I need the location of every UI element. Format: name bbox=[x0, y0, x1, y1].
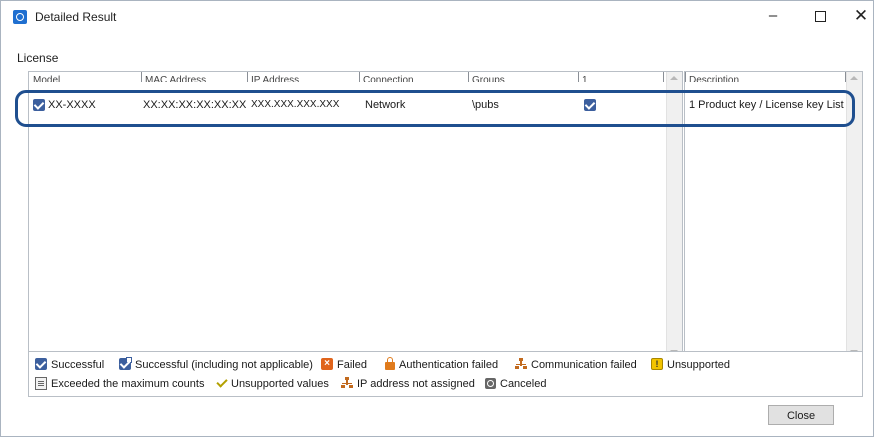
scroll-up-icon[interactable] bbox=[670, 76, 678, 80]
col-header-description[interactable]: Description bbox=[689, 72, 739, 82]
legend-item: Exceeded the maximum counts bbox=[35, 376, 204, 392]
status-legend: Successful Successful (including not app… bbox=[28, 351, 863, 397]
col-header-1[interactable]: 1 bbox=[582, 72, 588, 82]
legend-item: Communication failed bbox=[515, 357, 637, 373]
legend-label: Communication failed bbox=[531, 359, 637, 371]
minimize-button[interactable]: – bbox=[753, 5, 793, 27]
legend-label: Exceeded the maximum counts bbox=[51, 378, 205, 390]
legend-label: Canceled bbox=[500, 378, 547, 390]
legend-label: IP address not assigned bbox=[357, 378, 475, 390]
col-header-mac[interactable]: MAC Address bbox=[145, 72, 206, 82]
description-header: Description bbox=[685, 72, 862, 82]
title-bar: Detailed Result – ✕ bbox=[1, 1, 873, 31]
grid-header: Model MAC Address IP Address Connection … bbox=[29, 72, 682, 82]
col-header-model[interactable]: Model bbox=[33, 72, 60, 82]
detailed-result-window: Detailed Result – ✕ License Model MAC Ad… bbox=[0, 0, 874, 437]
column-separator[interactable] bbox=[578, 72, 579, 82]
successful-icon bbox=[35, 358, 47, 371]
column-separator[interactable] bbox=[685, 72, 686, 82]
close-button[interactable]: Close bbox=[768, 405, 834, 425]
legend-item: Unsupported values bbox=[215, 376, 329, 392]
successful-na-icon bbox=[119, 357, 132, 371]
legend-item: Successful (including not applicable) bbox=[119, 357, 313, 373]
legend-label: Failed bbox=[337, 359, 367, 371]
legend-label: Unsupported values bbox=[231, 378, 329, 390]
window-title: Detailed Result bbox=[35, 10, 117, 24]
col-header-ip[interactable]: IP Address bbox=[251, 72, 299, 82]
column-separator[interactable] bbox=[247, 72, 248, 82]
license-section-label: License bbox=[17, 51, 59, 65]
legend-item: Canceled bbox=[485, 376, 546, 392]
column-separator[interactable] bbox=[359, 72, 360, 82]
column-separator[interactable] bbox=[468, 72, 469, 82]
legend-label: Unsupported bbox=[667, 359, 730, 371]
failed-icon: × bbox=[321, 358, 333, 371]
scroll-up-icon[interactable] bbox=[850, 76, 858, 80]
legend-item: IP address not assigned bbox=[341, 376, 475, 392]
col-header-groups[interactable]: Groups bbox=[472, 72, 505, 82]
close-window-button[interactable]: ✕ bbox=[841, 5, 874, 27]
canceled-icon bbox=[485, 377, 496, 389]
legend-label: Successful bbox=[51, 359, 105, 371]
legend-item: × Failed bbox=[321, 357, 367, 373]
ip-not-assigned-icon bbox=[341, 377, 353, 389]
legend-item: Successful bbox=[35, 357, 104, 373]
column-separator[interactable] bbox=[141, 72, 142, 82]
maximize-button[interactable] bbox=[800, 5, 840, 27]
comm-failed-icon bbox=[515, 358, 527, 370]
exceeded-icon bbox=[35, 376, 47, 390]
legend-item: Authentication failed bbox=[385, 357, 498, 373]
col-header-connection[interactable]: Connection bbox=[363, 72, 414, 82]
auth-failed-icon bbox=[385, 357, 395, 371]
app-icon bbox=[13, 10, 27, 24]
legend-item: ! Unsupported bbox=[651, 357, 730, 373]
legend-label: Authentication failed bbox=[399, 359, 499, 371]
maximize-icon bbox=[814, 11, 826, 22]
column-separator[interactable] bbox=[663, 72, 664, 82]
legend-label: Successful (including not applicable) bbox=[135, 359, 313, 371]
unsupported-values-icon bbox=[215, 377, 227, 389]
row-highlight-outline bbox=[15, 90, 855, 127]
unsupported-icon: ! bbox=[651, 358, 663, 371]
